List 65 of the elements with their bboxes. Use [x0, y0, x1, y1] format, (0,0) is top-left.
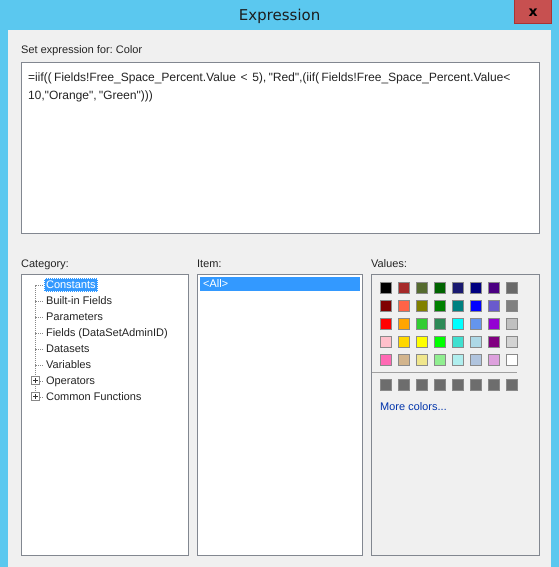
tree-item[interactable]: Common Functions [44, 390, 144, 404]
color-swatch[interactable] [452, 354, 464, 366]
color-swatch[interactable] [416, 354, 428, 366]
color-swatch[interactable] [434, 336, 446, 348]
color-swatch[interactable] [398, 336, 410, 348]
color-swatch[interactable] [398, 379, 410, 391]
color-swatch[interactable] [452, 336, 464, 348]
color-swatch[interactable] [506, 300, 518, 312]
color-swatch[interactable] [488, 336, 500, 348]
color-swatch[interactable] [470, 300, 482, 312]
color-swatch[interactable] [398, 282, 410, 294]
color-swatch[interactable] [398, 318, 410, 330]
expand-icon[interactable] [31, 392, 40, 401]
color-swatch[interactable] [416, 300, 428, 312]
color-swatch[interactable] [380, 379, 392, 391]
section-label: Values: [371, 257, 408, 272]
color-swatch[interactable] [488, 379, 500, 391]
color-swatch[interactable] [470, 336, 482, 348]
color-swatch[interactable] [506, 379, 518, 391]
tree-item[interactable]: Parameters [44, 310, 105, 324]
color-swatch[interactable] [434, 318, 446, 330]
color-swatch[interactable] [470, 282, 482, 294]
color-swatch[interactable] [488, 282, 500, 294]
color-swatch[interactable] [506, 282, 518, 294]
color-swatch[interactable] [488, 354, 500, 366]
color-swatch[interactable] [416, 336, 428, 348]
more-colors-link[interactable]: More colors... [380, 401, 447, 413]
color-swatch[interactable] [506, 318, 518, 330]
color-swatch[interactable] [434, 354, 446, 366]
color-swatch[interactable] [452, 318, 464, 330]
color-swatch[interactable] [470, 354, 482, 366]
color-swatch[interactable] [488, 318, 500, 330]
tree-item[interactable]: Variables [44, 358, 94, 372]
color-swatch[interactable] [398, 300, 410, 312]
color-swatch[interactable] [380, 300, 392, 312]
color-swatch[interactable] [380, 282, 392, 294]
color-swatch[interactable] [506, 336, 518, 348]
color-swatch[interactable] [380, 318, 392, 330]
color-swatch[interactable] [434, 282, 446, 294]
color-swatch[interactable] [452, 282, 464, 294]
expand-icon[interactable] [31, 376, 40, 385]
color-swatch[interactable] [488, 300, 500, 312]
field-label: Set expression for: Color [21, 43, 144, 58]
tree-item[interactable]: Fields (DataSetAdminID) [44, 326, 170, 340]
color-swatch[interactable] [398, 354, 410, 366]
color-swatch[interactable] [452, 379, 464, 391]
tree-item[interactable]: Datasets [44, 342, 92, 356]
close-button[interactable]: x [514, 0, 552, 24]
color-swatch[interactable] [434, 379, 446, 391]
section-label: Category: [21, 257, 70, 272]
color-swatch[interactable] [452, 300, 464, 312]
color-swatch[interactable] [416, 282, 428, 294]
tree-item[interactable]: Built-in Fields [44, 294, 114, 308]
section-label: Item: [197, 257, 222, 272]
color-swatch[interactable] [506, 354, 518, 366]
color-swatch[interactable] [416, 318, 428, 330]
color-swatch[interactable] [380, 336, 392, 348]
color-swatch[interactable] [416, 379, 428, 391]
color-swatch[interactable] [434, 300, 446, 312]
color-swatch[interactable] [470, 379, 482, 391]
expression-field[interactable]: =iif(( Fields!Free_Space_Percent.Value < 5), "Red",(iif( Fields!Free_Space_Percent.Value< 10,"Orange", "Green"))) [21, 62, 540, 234]
color-swatch[interactable] [470, 318, 482, 330]
color-swatch[interactable] [380, 354, 392, 366]
tree-item[interactable]: Operators [44, 374, 97, 388]
window-title: Expression [238, 6, 320, 24]
